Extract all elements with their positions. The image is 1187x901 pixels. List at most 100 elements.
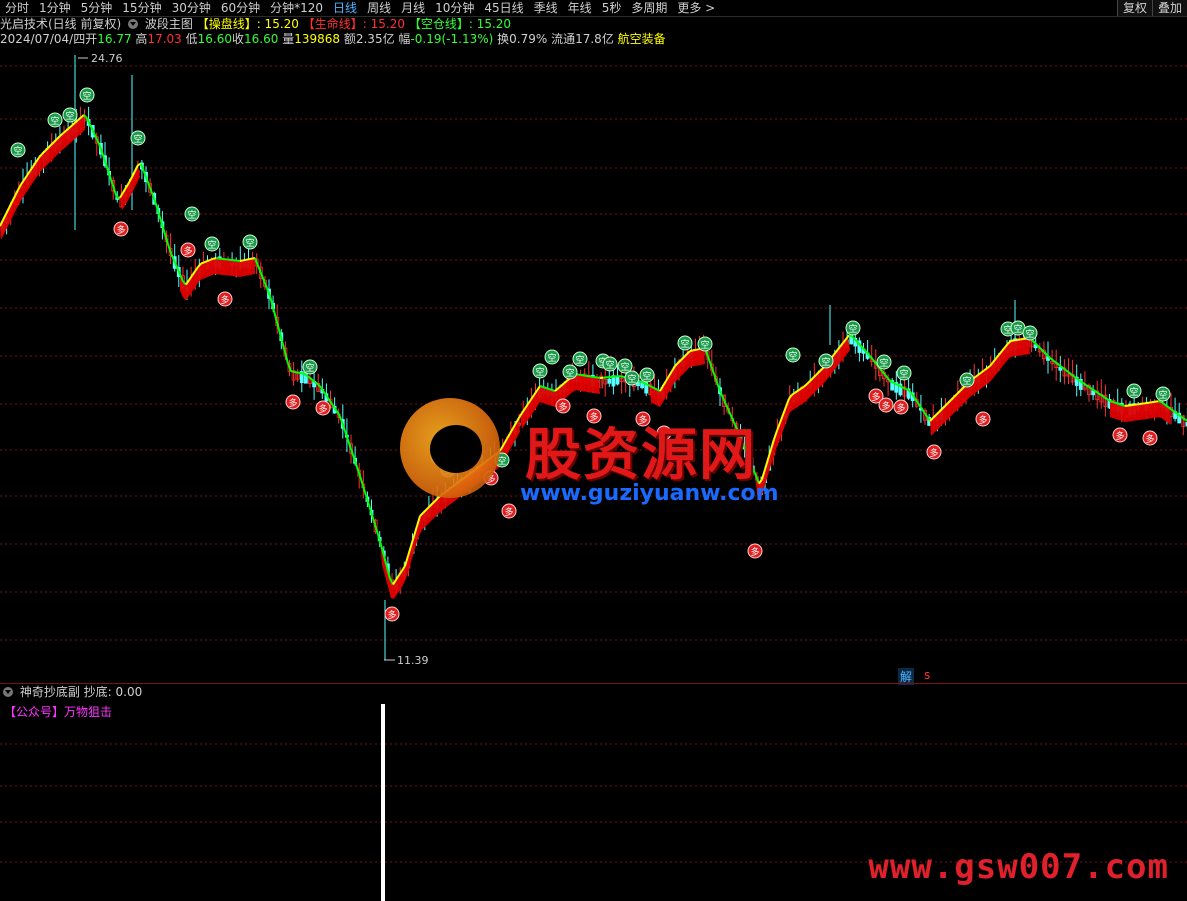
candle-body [607,378,612,384]
buy-signal-label: 多 [318,403,327,415]
sell-signal-label: 空 [620,361,629,373]
trend-line [308,376,313,381]
trend-line [641,381,646,385]
trend-line [920,406,925,413]
sell-signal-label: 空 [1025,328,1034,340]
trend-line [899,385,904,389]
watermark-cn: 股资源网 [525,423,757,488]
corner-watermark: www.gsw007.com [868,847,1169,887]
sell-signal-label: 空 [700,339,709,351]
trend-line [644,382,649,386]
sell-signal-label: 空 [605,359,614,371]
indicator-dropdown-icon[interactable] [3,687,13,697]
sell-signal-label: 空 [879,357,888,369]
sell-signal-label: 空 [565,367,574,379]
trend-line [299,372,304,375]
sell-signal-label: 空 [680,338,689,350]
buy-signal-label: 多 [183,245,192,257]
trend-line [1043,351,1048,356]
trend-line [1031,339,1036,344]
sell-signal-label: 空 [962,375,971,387]
trend-line [896,383,901,387]
sell-signal-label: 空 [575,354,584,366]
buy-signal-label: 多 [896,402,905,414]
buy-signal-label: 多 [1145,433,1154,445]
sell-signal-label: 空 [642,370,651,382]
sell-signal-label: 空 [1013,323,1022,335]
max-price-label: 24.76 [91,52,123,65]
sell-signal-label: 空 [245,237,254,249]
trend-line [545,387,550,390]
trend-line [515,417,520,424]
pane-separator[interactable] [0,683,1187,684]
trend-line [209,257,214,261]
min-price-label: 11.39 [397,654,429,667]
trend-line [1112,401,1117,404]
trend-line [293,370,298,374]
sell-signal-label: 空 [1129,386,1138,398]
trend-line [338,414,343,423]
trend-line [200,261,205,265]
buy-signal-label: 多 [881,400,890,412]
sell-signal-label: 空 [65,110,74,122]
trend-line [647,384,652,388]
trend-line [1121,404,1126,407]
trend-line [239,259,244,262]
trend-line [260,272,265,282]
ribbon-segment [120,165,140,211]
sell-signal-label: 空 [821,356,830,368]
buy-signal-label: 多 [387,609,396,621]
buy-signal-label: 多 [978,414,987,426]
trend-line [689,349,694,352]
trend-line [653,387,658,391]
sell-signal-label: 空 [305,362,314,374]
sell-signal-label: 空 [13,145,22,157]
indicator-value: 抄底: 0.00 [83,685,143,699]
trend-line [1082,382,1087,386]
sell-signal-label: 空 [627,373,636,385]
indicator-bar [381,704,385,901]
ribbon-segment [0,114,85,240]
trend-line [890,380,895,384]
buy-signal-label: 多 [504,506,513,518]
trend-line [620,375,625,378]
trend-line [290,370,295,373]
trend-line [707,356,712,366]
trend-line [695,348,700,351]
s-mark: s [924,668,931,682]
trend-line [242,258,247,262]
sell-signal-label: 空 [788,350,797,362]
trend-line [1109,400,1114,403]
buy-signal-label: 多 [220,294,229,306]
trend-line [539,385,544,388]
sell-signal-label: 空 [848,323,857,335]
trend-line [1064,368,1069,373]
trend-line [104,160,109,171]
trend-line [893,382,898,386]
trend-line [287,363,292,372]
sell-signal-label: 空 [187,209,196,221]
indicator-name[interactable]: 神奇抄底副 [20,685,80,699]
trend-line [206,259,211,263]
sell-signal-label: 空 [547,352,556,364]
ribbon-segment [755,336,850,502]
trend-line [296,371,301,374]
trend-line [212,257,217,260]
sell-signal-label: 空 [1158,389,1167,401]
trend-line [902,386,907,390]
trend-line [905,388,910,392]
sell-signal-label: 空 [82,90,91,102]
indicator-sub: 【公众号】万物狙击 [4,705,113,719]
trend-line [113,188,118,199]
trend-line [692,348,697,352]
sell-signal-label: 空 [899,368,908,380]
trend-line [1118,403,1123,406]
indicator-header: 神奇抄底副 抄底: 0.00 [0,684,142,700]
trend-line [344,430,349,441]
trend-line [248,257,253,261]
trend-line [548,388,553,391]
trend-line [203,260,208,264]
buy-signal-label: 多 [116,224,125,236]
trend-line [848,334,853,338]
trend-line [146,179,151,189]
